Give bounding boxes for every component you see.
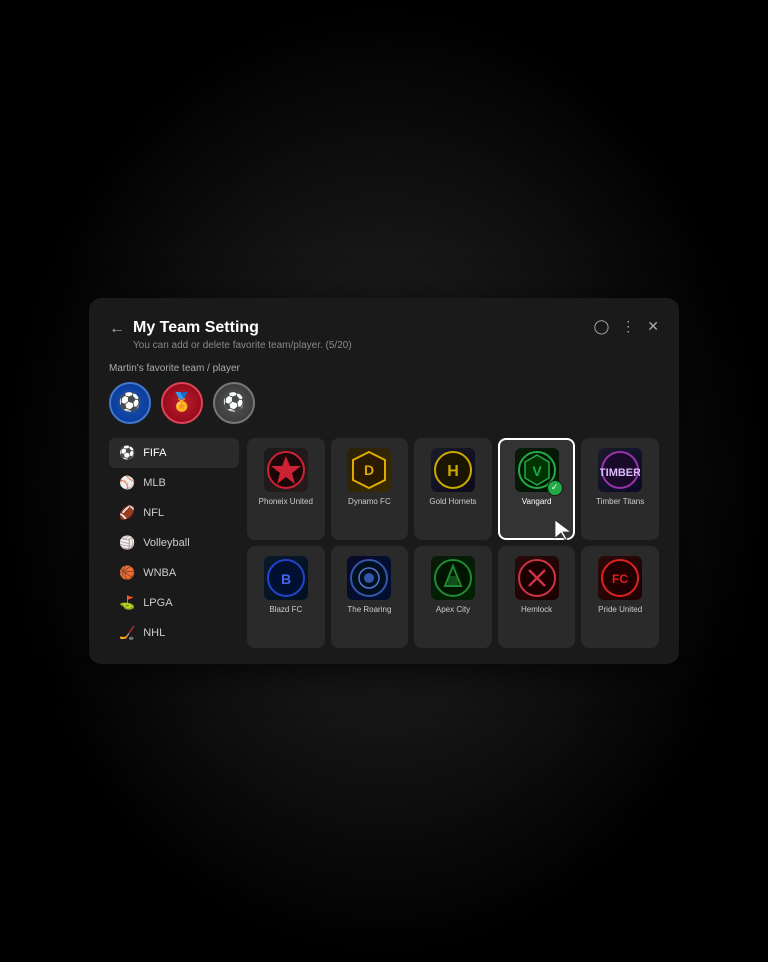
team-logo-blazd: B [264, 556, 308, 600]
sidebar-item-nhl[interactable]: 🏒 NHL [109, 618, 239, 648]
team-card-the-roaring[interactable]: The Roaring [331, 546, 409, 648]
team-name-vangard: Vangard [522, 497, 552, 507]
team-name-timber: Timber Titans [596, 497, 644, 507]
favorite-avatar-2[interactable]: 🏅 [161, 382, 203, 424]
team-name-phoneix: Phoneix United [259, 497, 313, 507]
sidebar-item-wnba[interactable]: 🏀 WNBA [109, 558, 239, 588]
team-card-hemlock[interactable]: Hemlock [498, 546, 576, 648]
favorites-section: Martin's favorite team / player ⚽ 🏅 ⚽ [109, 363, 659, 424]
header-right: ◯ ⋮ ✕ [594, 318, 659, 335]
avatar-icon-2: 🏅 [171, 392, 193, 413]
svg-text:B: B [281, 571, 291, 587]
svg-text:D: D [364, 462, 374, 478]
more-icon[interactable]: ⋮ [621, 318, 635, 335]
close-icon[interactable]: ✕ [647, 318, 659, 335]
sidebar-label-mlb: MLB [143, 477, 166, 489]
teams-grid: Phoneix United D Dynamo FC H [247, 438, 659, 648]
team-logo-dynamo: D [347, 448, 391, 492]
lpga-icon: ⛳ [119, 595, 135, 611]
team-name-blazd: Blazd FC [269, 605, 302, 615]
favorite-avatar-1[interactable]: ⚽ [109, 382, 151, 424]
svg-text:FC: FC [612, 572, 628, 586]
team-logo-timber: TIMBER [598, 448, 642, 492]
fifa-icon: ⚽ [119, 445, 135, 461]
svg-text:V: V [532, 463, 542, 479]
volleyball-icon: 🏐 [119, 535, 135, 551]
team-name-hemlock: Hemlock [521, 605, 552, 615]
team-logo-phoneix [264, 448, 308, 492]
profile-icon[interactable]: ◯ [594, 318, 610, 335]
wnba-icon: 🏀 [119, 565, 135, 581]
team-card-dynamo-fc[interactable]: D Dynamo FC [331, 438, 409, 540]
back-button[interactable]: ← [109, 320, 125, 338]
nfl-icon: 🏈 [119, 505, 135, 521]
sidebar-label-fifa: FIFA [143, 447, 166, 459]
cursor [553, 518, 581, 546]
sidebar-item-fifa[interactable]: ⚽ FIFA [109, 438, 239, 468]
modal-header: ← My Team Setting You can add or delete … [109, 318, 659, 350]
team-card-blazd-fc[interactable]: B Blazd FC [247, 546, 325, 648]
team-name-hornets: Gold Hornets [429, 497, 476, 507]
team-name-apexcity: Apex City [436, 605, 470, 615]
svg-text:H: H [447, 463, 459, 480]
favorites-label: Martin's favorite team / player [109, 363, 659, 374]
modal-subtitle: You can add or delete favorite team/play… [133, 340, 352, 351]
sidebar-item-volleyball[interactable]: 🏐 Volleyball [109, 528, 239, 558]
selected-checkmark: ✓ [547, 480, 563, 496]
team-logo-apexcity [431, 556, 475, 600]
team-card-timber-titans[interactable]: TIMBER Timber Titans [581, 438, 659, 540]
sidebar-item-lpga[interactable]: ⛳ LPGA [109, 588, 239, 618]
modal-title: My Team Setting [133, 318, 352, 337]
nhl-icon: 🏒 [119, 625, 135, 641]
avatar-icon-3: ⚽ [223, 392, 245, 413]
favorites-avatars: ⚽ 🏅 ⚽ [109, 382, 659, 424]
modal-container: ← My Team Setting You can add or delete … [89, 298, 679, 663]
team-logo-hemlock [515, 556, 559, 600]
sidebar-item-mlb[interactable]: ⚾ MLB [109, 468, 239, 498]
team-card-phoneix-united[interactable]: Phoneix United [247, 438, 325, 540]
favorite-avatar-3[interactable]: ⚽ [213, 382, 255, 424]
svg-text:TIMBER: TIMBER [600, 467, 640, 479]
team-logo-pride: FC [598, 556, 642, 600]
sidebar-item-nfl[interactable]: 🏈 NFL [109, 498, 239, 528]
sidebar-label-lpga: LPGA [143, 597, 172, 609]
team-name-roaring: The Roaring [347, 605, 391, 615]
content-area: ⚽ FIFA ⚾ MLB 🏈 NFL 🏐 Volleyball 🏀 WNBA ⛳ [109, 438, 659, 648]
sidebar: ⚽ FIFA ⚾ MLB 🏈 NFL 🏐 Volleyball 🏀 WNBA ⛳ [109, 438, 239, 648]
avatar-icon-1: ⚽ [119, 392, 141, 413]
mlb-icon: ⚾ [119, 475, 135, 491]
team-card-gold-hornets[interactable]: H Gold Hornets [414, 438, 492, 540]
header-left: ← My Team Setting You can add or delete … [109, 318, 352, 350]
team-card-apex-city[interactable]: Apex City [414, 546, 492, 648]
sidebar-label-volleyball: Volleyball [143, 537, 189, 549]
team-card-vangard[interactable]: V ✓ Vangard [498, 438, 576, 540]
team-name-dynamo: Dynamo FC [348, 497, 391, 507]
team-name-pride: Pride United [598, 605, 642, 615]
sidebar-label-nfl: NFL [143, 507, 164, 519]
team-logo-hornets: H [431, 448, 475, 492]
team-logo-vangard: V ✓ [515, 448, 559, 492]
sidebar-label-wnba: WNBA [143, 567, 176, 579]
title-block: My Team Setting You can add or delete fa… [133, 318, 352, 350]
team-logo-roaring [347, 556, 391, 600]
team-card-pride-united[interactable]: FC Pride United [581, 546, 659, 648]
sidebar-label-nhl: NHL [143, 627, 165, 639]
